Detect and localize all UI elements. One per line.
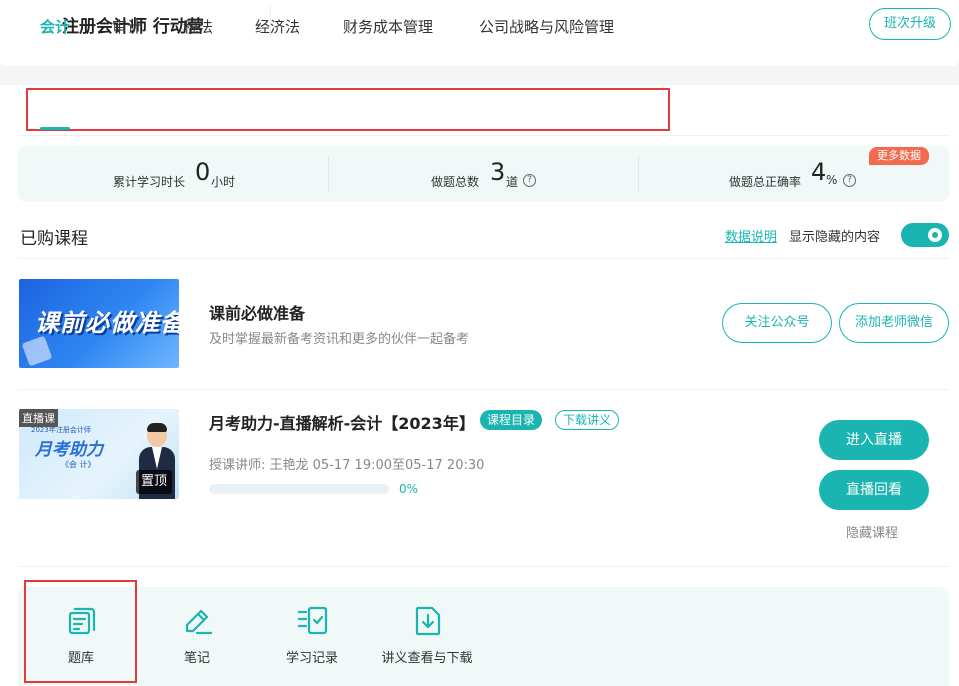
questions-help-icon[interactable]: ? xyxy=(523,174,536,187)
purchased-courses-title: 已购课程 xyxy=(20,229,88,249)
study-time-value: 0 xyxy=(195,158,211,186)
course-progress-bar xyxy=(209,484,389,494)
accuracy-unit: % xyxy=(826,173,838,187)
row-divider xyxy=(18,566,949,567)
course-subtitle-prep: 及时掌握最新备考资讯和更多的伙伴一起备考 xyxy=(209,332,470,347)
subject-tabs-highlight xyxy=(26,88,670,131)
tool-label: 题库 xyxy=(67,651,94,666)
question-bank-icon xyxy=(68,607,96,635)
handout-download-icon xyxy=(415,606,441,636)
show-hidden-label: 显示隐藏的内容 xyxy=(789,230,881,245)
row-divider xyxy=(18,389,949,390)
active-tab-indicator xyxy=(40,127,70,130)
accuracy-value: 4 xyxy=(811,158,827,186)
tool-label: 学习记录 xyxy=(285,651,338,666)
more-data-badge[interactable]: 更多数据 xyxy=(869,147,929,165)
thumbnail-year-caption: 2023年注册会计师 xyxy=(31,426,91,434)
tool-handout-download[interactable]: 讲义查看与下载 xyxy=(367,604,487,668)
upgrade-class-button[interactable]: 班次升级 xyxy=(869,8,951,40)
tool-notes[interactable]: 笔记 xyxy=(137,604,257,668)
study-record-icon xyxy=(297,606,328,635)
tool-study-record[interactable]: 学习记录 xyxy=(252,604,372,668)
tab-tax-law[interactable]: 税法 xyxy=(183,16,213,37)
show-hidden-toggle[interactable] xyxy=(901,223,949,247)
tab-audit[interactable]: 审计 xyxy=(112,16,142,37)
tabs-divider xyxy=(18,135,949,136)
accuracy-label: 做题总正确率 xyxy=(729,175,802,189)
teacher-schedule-info: 授课讲师: 王艳龙 05-17 19:00至05-17 20:30 xyxy=(209,458,485,473)
paper-plane-icon xyxy=(21,335,53,367)
toggle-knob xyxy=(928,228,942,242)
stat-separator xyxy=(638,156,639,192)
tool-label: 笔记 xyxy=(183,651,210,666)
study-time-label: 累计学习时长 xyxy=(113,175,186,189)
tool-label: 讲义查看与下载 xyxy=(381,651,473,666)
live-replay-button[interactable]: 直播回看 xyxy=(819,470,929,510)
accuracy-help-icon[interactable]: ? xyxy=(843,174,856,187)
notes-icon xyxy=(185,609,213,635)
download-handout-tag[interactable]: 下载讲义 xyxy=(555,410,620,430)
thumbnail-main-caption: 月考助力 xyxy=(35,440,103,460)
tab-economic-law[interactable]: 经济法 xyxy=(255,16,300,37)
tab-financial-cost-management[interactable]: 财务成本管理 xyxy=(343,16,433,37)
tab-corporate-strategy[interactable]: 公司战略与风险管理 xyxy=(479,16,614,37)
study-stats-panel: 累计学习时长 0 小时 做题总数 3 道 ? 做题总正确率 4 % ? xyxy=(18,146,949,202)
questions-unit: 道 xyxy=(506,175,519,189)
follow-official-account-button[interactable]: 关注公众号 xyxy=(722,303,832,343)
enter-live-button[interactable]: 进入直播 xyxy=(819,420,929,460)
course-progress-text: 0% xyxy=(399,482,419,496)
course-thumbnail-prep[interactable]: 课前必做准备 xyxy=(19,279,179,368)
course-catalog-tag[interactable]: 课程目录 xyxy=(480,410,543,430)
data-explanation-link[interactable]: 数据说明 xyxy=(725,226,777,245)
course-title-monthly[interactable]: 月考助力-直播解析-会计【2023年】 xyxy=(209,410,475,434)
thumbnail-subject-caption: 《会 计》 xyxy=(61,460,96,469)
section-divider xyxy=(18,258,949,259)
tool-question-bank[interactable]: 题库 xyxy=(21,604,141,668)
questions-label: 做题总数 xyxy=(431,175,480,189)
hide-course-link[interactable]: 隐藏课程 xyxy=(846,522,898,541)
tab-accounting[interactable]: 会计 xyxy=(40,16,70,37)
course-title-prep[interactable]: 课前必做准备 xyxy=(209,300,305,324)
questions-value: 3 xyxy=(490,158,506,186)
stat-separator xyxy=(328,156,329,192)
study-time-unit: 小时 xyxy=(211,175,236,189)
pinned-tag: 置顶 xyxy=(136,470,172,494)
add-teacher-wechat-button[interactable]: 添加老师微信 xyxy=(839,303,949,343)
thumbnail-caption: 课前必做准备 xyxy=(35,309,179,337)
